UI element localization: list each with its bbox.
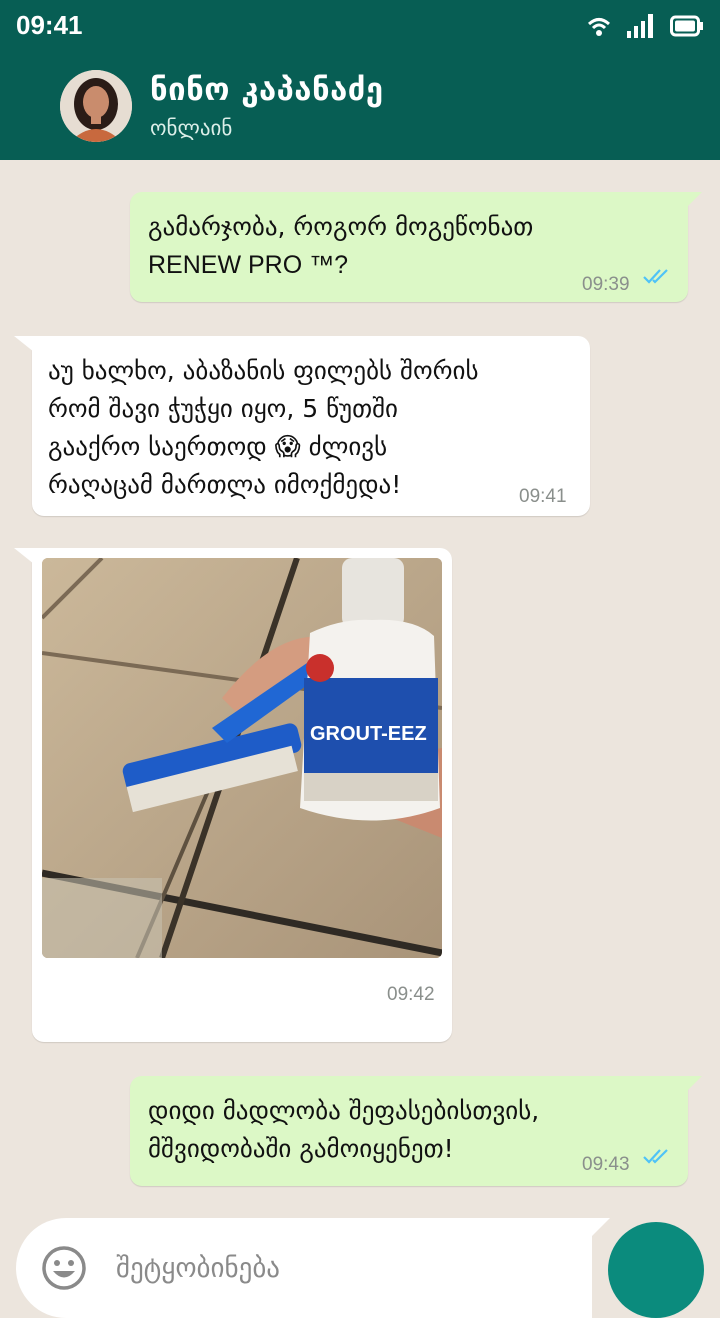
message-line: დიდი მადლობა შეფასებისთვის, — [148, 1096, 540, 1125]
avatar[interactable] — [60, 70, 132, 142]
send-button[interactable] — [608, 1222, 704, 1318]
wifi-icon — [587, 18, 611, 36]
bubble-tail — [14, 548, 34, 564]
read-ticks-icon — [643, 269, 668, 284]
status-bar: 09:41 — [0, 0, 720, 50]
outgoing-message[interactable]: დიდი მადლობა შეფასებისთვის, მშვიდობაში გ… — [130, 1076, 702, 1186]
status-icons — [586, 12, 704, 40]
read-ticks-icon — [643, 1149, 668, 1164]
message-time: 09:41 — [519, 486, 567, 507]
message-composer — [16, 1218, 610, 1318]
message-line: გამარჯობა, როგორ მოგეწონათ — [148, 212, 534, 241]
message-time: 09:39 — [582, 274, 630, 295]
composer-tail — [590, 1218, 610, 1238]
status-time: 09:41 — [16, 10, 83, 40]
message-time: 09:43 — [582, 1154, 630, 1175]
incoming-image-message[interactable]: GROUT-EEZ 09:42 — [14, 548, 452, 1042]
bubble-tail — [14, 336, 34, 352]
message-input[interactable] — [116, 1246, 556, 1290]
message-line: რაღაცამ მართლა იმოქმედა! — [48, 470, 402, 499]
message-line: გააქრო საერთოდ 😱 ძლივს — [48, 432, 388, 461]
message-image[interactable]: GROUT-EEZ — [42, 558, 442, 958]
product-label: GROUT-EEZ — [310, 723, 427, 745]
outgoing-message[interactable]: გამარჯობა, როგორ მოგეწონათ RENEW PRO ™? … — [130, 192, 702, 302]
message-time: 09:42 — [387, 984, 435, 1005]
contact-name[interactable]: ნინო კაპანაძე — [150, 72, 384, 108]
message-line: რომ შავი ჭუჭყი იყო, 5 წუთში — [48, 394, 398, 423]
message-line: აუ ხალხო, აბაზანის ფილებს შორის — [48, 356, 479, 385]
bubble-tail — [686, 1076, 702, 1092]
avatar-photo — [60, 70, 132, 142]
chat-header[interactable]: ნინო კაპანაძე ონლაინ — [0, 50, 720, 160]
incoming-message[interactable]: აუ ხალხო, აბაზანის ფილებს შორის რომ შავი… — [14, 336, 590, 516]
bubble-tail — [686, 192, 702, 208]
contact-status: ონლაინ — [150, 116, 233, 140]
message-line: RENEW PRO ™? — [148, 251, 349, 279]
grout-cleaner-photo: GROUT-EEZ — [42, 558, 442, 958]
signal-icon — [627, 14, 653, 38]
emoji-icon[interactable] — [40, 1244, 88, 1292]
message-line: მშვიდობაში გამოიყენეთ! — [148, 1134, 454, 1163]
battery-icon — [670, 15, 703, 37]
